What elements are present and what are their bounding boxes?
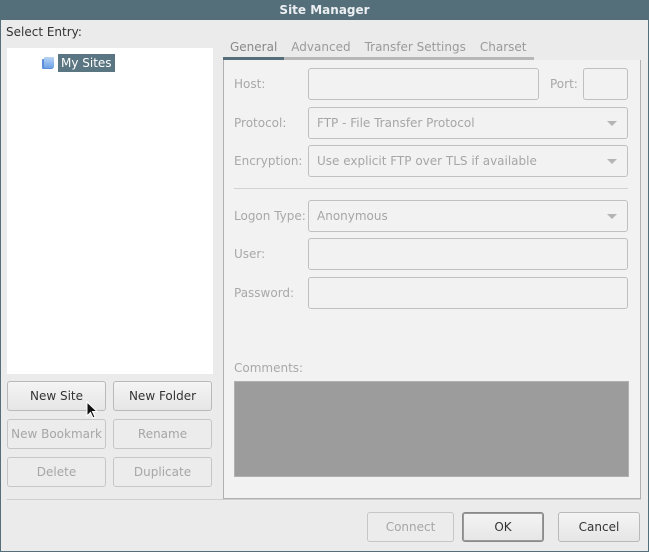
select-entry-label: Select Entry: xyxy=(6,25,82,39)
chevron-down-icon xyxy=(607,121,617,126)
mouse-cursor-icon xyxy=(86,401,99,419)
delete-button[interactable]: Delete xyxy=(7,457,106,487)
site-tree[interactable]: My Sites xyxy=(7,48,213,374)
tab-general[interactable]: General xyxy=(223,34,285,60)
host-input[interactable] xyxy=(308,68,539,100)
protocol-select[interactable]: FTP - File Transfer Protocol xyxy=(308,107,628,139)
separator xyxy=(234,188,628,189)
chevron-down-icon xyxy=(607,214,617,219)
user-label: User: xyxy=(234,247,266,261)
general-tab-pane: Host: Port: Protocol: FTP - File Transfe… xyxy=(223,60,641,499)
site-manager-dialog: Select Entry: My Sites New Site New Fold… xyxy=(1,20,648,551)
port-input[interactable] xyxy=(583,68,628,100)
new-bookmark-button[interactable]: New Bookmark xyxy=(7,419,106,449)
new-folder-button[interactable]: New Folder xyxy=(113,381,212,411)
protocol-label: Protocol: xyxy=(234,116,287,130)
duplicate-button[interactable]: Duplicate xyxy=(113,457,212,487)
window-title: Site Manager xyxy=(0,0,649,20)
logon-type-select[interactable]: Anonymous xyxy=(308,200,628,232)
tree-item-label: My Sites xyxy=(58,54,115,72)
user-input[interactable] xyxy=(308,238,628,270)
protocol-value: FTP - File Transfer Protocol xyxy=(317,116,475,130)
comments-label: Comments: xyxy=(234,361,304,375)
encryption-label: Encryption: xyxy=(234,154,303,168)
ok-button[interactable]: OK xyxy=(462,512,544,542)
connect-button[interactable]: Connect xyxy=(367,512,454,542)
password-label: Password: xyxy=(234,286,295,300)
cancel-button[interactable]: Cancel xyxy=(558,512,640,542)
host-label: Host: xyxy=(234,77,266,91)
rename-button[interactable]: Rename xyxy=(113,419,212,449)
port-label: Port: xyxy=(550,77,578,91)
password-input[interactable] xyxy=(308,277,628,309)
logon-type-label: Logon Type: xyxy=(234,209,306,223)
footer-separator xyxy=(7,499,641,500)
tab-transfer-settings[interactable]: Transfer Settings xyxy=(357,34,473,60)
comments-textarea[interactable] xyxy=(234,381,629,477)
logon-type-value: Anonymous xyxy=(317,209,388,223)
chevron-down-icon xyxy=(607,159,617,164)
tab-charset[interactable]: Charset xyxy=(472,34,534,60)
tab-advanced[interactable]: Advanced xyxy=(284,34,358,60)
encryption-select[interactable]: Use explicit FTP over TLS if available xyxy=(308,145,628,177)
folder-icon xyxy=(41,57,54,69)
tree-item-my-sites[interactable]: My Sites xyxy=(41,52,115,74)
encryption-value: Use explicit FTP over TLS if available xyxy=(317,154,537,168)
tab-bar: General Advanced Transfer Settings Chars… xyxy=(223,34,534,60)
